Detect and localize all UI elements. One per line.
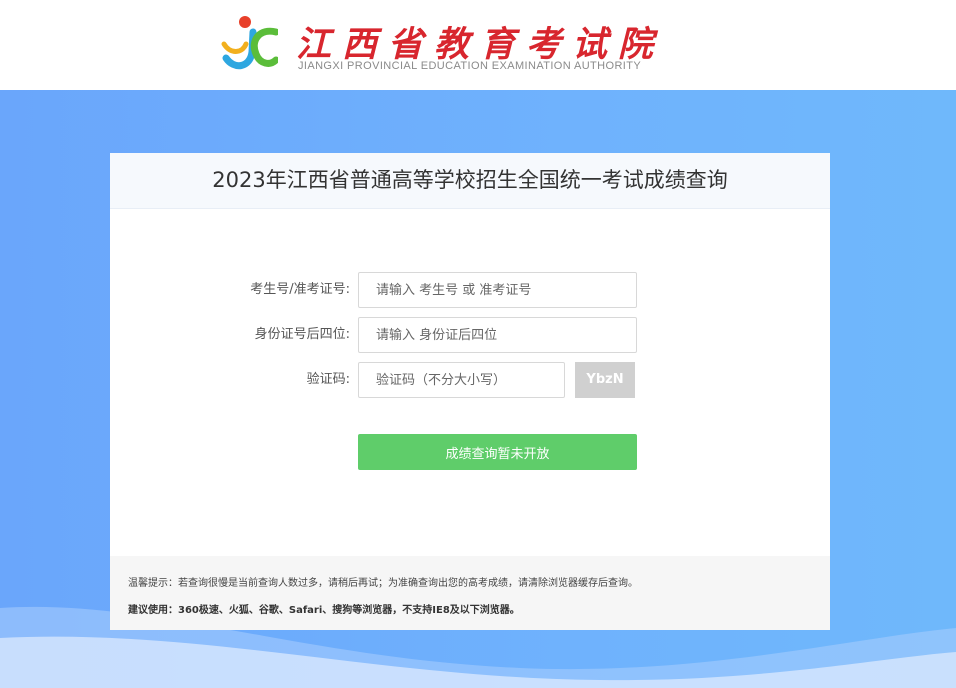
exam-number-input[interactable] — [358, 272, 637, 308]
captcha-image[interactable]: YbzN — [575, 362, 635, 398]
notice-tip: 温馨提示：若查询很慢是当前查询人数过多，请稍后再试；为准确查询出您的高考成绩，请… — [128, 578, 638, 589]
exam-number-label: 考生号/准考证号: — [250, 282, 350, 297]
captcha-row: 验证码: YbzN — [110, 362, 830, 398]
score-query-card: 2023年江西省普通高等学校招生全国统一考试成绩查询 考生号/准考证号: 身份证… — [110, 153, 830, 630]
logo-english-text: JIANGXI PROVINCIAL EDUCATION EXAMINATION… — [298, 60, 642, 72]
page-title: 2023年江西省普通高等学校招生全国统一考试成绩查询 — [110, 153, 830, 209]
id-last4-label: 身份证号后四位: — [254, 327, 350, 342]
exam-number-row: 考生号/准考证号: — [110, 272, 830, 308]
site-header: 江西省教育考试院 JIANGXI PROVINCIAL EDUCATION EX… — [0, 0, 956, 90]
browser-recommendation: 建议使用：360极速、火狐、谷歌、Safari、搜狗等浏览器，不支持IE8及以下… — [128, 605, 520, 616]
captcha-label: 验证码: — [306, 372, 350, 387]
query-submit-button[interactable]: 成绩查询暂未开放 — [358, 434, 637, 470]
id-last4-row: 身份证号后四位: — [110, 317, 830, 353]
jiangxi-exam-logo[interactable]: 江西省教育考试院 JIANGXI PROVINCIAL EDUCATION EX… — [220, 14, 653, 74]
captcha-input[interactable] — [358, 362, 565, 398]
notice-footer: 温馨提示：若查询很慢是当前查询人数过多，请稍后再试；为准确查询出您的高考成绩，请… — [110, 556, 830, 630]
id-last4-input[interactable] — [358, 317, 637, 353]
jx-logo-icon — [221, 16, 278, 70]
